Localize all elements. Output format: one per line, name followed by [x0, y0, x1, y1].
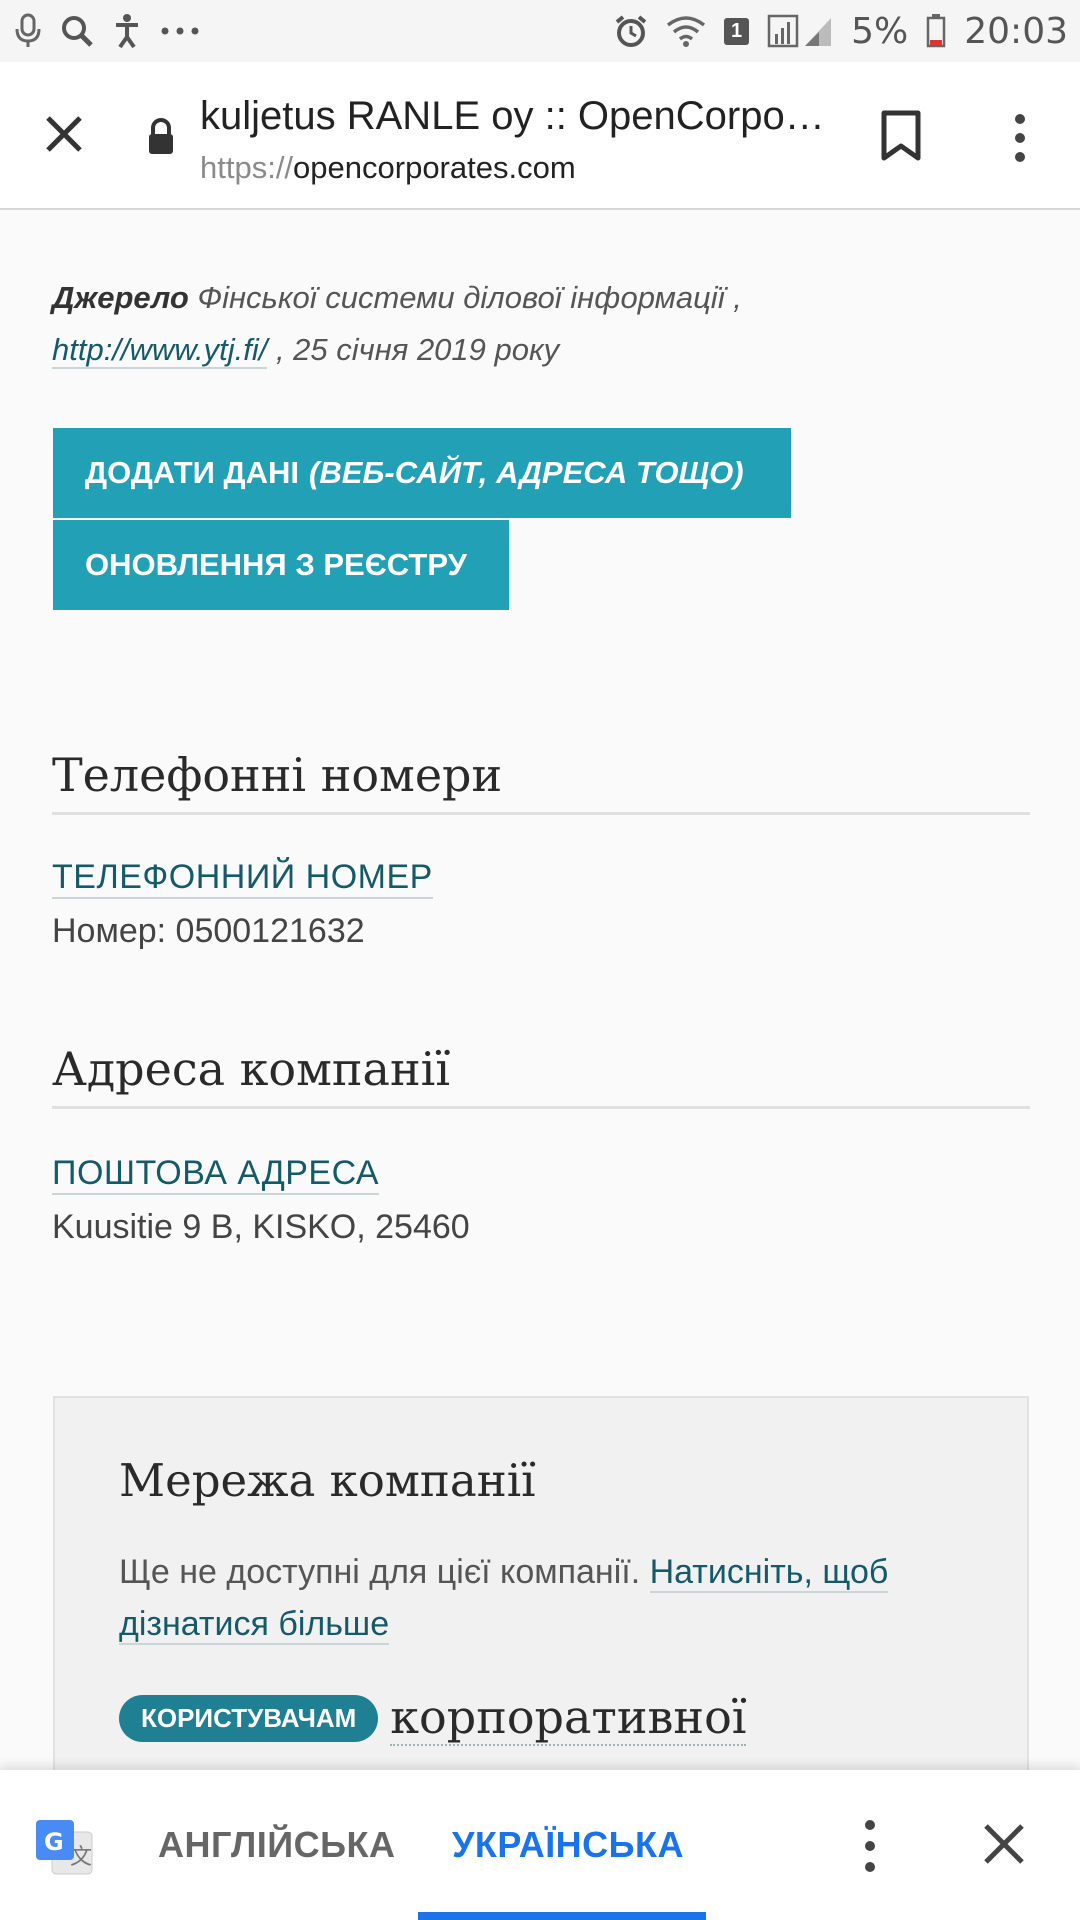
menu-dot	[865, 1862, 875, 1872]
network-grouping-row: групування внесено	[119, 1756, 611, 1770]
status-right: 1 5% 20:03	[614, 11, 1068, 52]
more-icon	[160, 26, 200, 36]
network-desc-text: Ще не доступні для цієї компанії.	[119, 1553, 650, 1591]
addresses-heading: Адреса компанії	[52, 1042, 1030, 1109]
signal-icon	[767, 14, 833, 48]
network-description: Ще не доступні для цієї компанії. Натисн…	[119, 1546, 979, 1650]
source-text: Фінської системи ділової інформації ,	[188, 280, 742, 315]
url-scheme: https://	[200, 150, 294, 185]
bookmark-icon[interactable]	[880, 110, 922, 167]
grouping-text: групування внесено	[119, 1756, 611, 1770]
menu-dot	[1015, 133, 1025, 143]
network-users-row: КОРИСТУВАЧАМ корпоративної	[119, 1690, 747, 1746]
source-link[interactable]: http://www.ytj.fi/	[52, 332, 268, 369]
source-language-tab[interactable]: АНГЛІЙСЬКА	[158, 1824, 396, 1866]
network-heading: Мережа компанії	[119, 1454, 536, 1507]
update-registry-button[interactable]: ОНОВЛЕННЯ З РЕЄСТРУ	[53, 520, 509, 610]
add-data-button[interactable]: ДОДАТИ ДАНІ (ВЕБ-САЙТ, АДРЕСА ТОЩО)	[53, 428, 791, 518]
svg-text:G: G	[44, 1828, 64, 1856]
menu-dot	[1015, 152, 1025, 162]
mic-icon	[14, 13, 42, 49]
status-left	[14, 13, 200, 49]
menu-dot	[865, 1841, 875, 1851]
google-translate-icon: 文 G	[34, 1818, 94, 1876]
source-label: Джерело	[52, 280, 189, 315]
source-note: Джерело Фінської системи ділової інформа…	[52, 272, 1032, 376]
add-data-hint: (ВЕБ-САЙТ, АДРЕСА ТОЩО)	[309, 455, 744, 490]
close-icon[interactable]	[36, 106, 92, 162]
update-registry-label: ОНОВЛЕННЯ З РЕЄСТРУ	[85, 547, 467, 582]
browser-toolbar: kuljetus RANLE oy :: OpenCorpo… https://…	[0, 62, 1080, 210]
status-bar: 1 5% 20:03	[0, 0, 1080, 62]
postal-address-link[interactable]: ПОШТОВА АДРЕСА	[52, 1154, 380, 1195]
address-value: Kuusitie 9 B, KISKO, 25460	[52, 1208, 470, 1246]
phone-value: Номер: 0500121632	[52, 912, 365, 950]
accessibility-icon	[112, 13, 142, 49]
source-date: , 25 січня 2019 року	[267, 332, 560, 367]
url-display[interactable]: https://opencorporates.com	[200, 150, 576, 186]
wifi-icon	[666, 15, 706, 47]
users-badge[interactable]: КОРИСТУВАЧАМ	[119, 1694, 379, 1742]
page-content: Джерело Фінської системи ділової інформа…	[0, 210, 1080, 1770]
translate-bar: 文 G АНГЛІЙСЬКА УКРАЇНСЬКА	[0, 1770, 1080, 1920]
page-title[interactable]: kuljetus RANLE oy :: OpenCorpo…	[200, 94, 830, 139]
phone-label-link[interactable]: ТЕЛЕФОННИЙ НОМЕР	[52, 858, 433, 899]
close-translate-icon[interactable]	[980, 1820, 1028, 1873]
menu-dot	[1015, 114, 1025, 124]
translate-menu-icon[interactable]	[858, 1820, 882, 1872]
phones-heading: Телефонні номери	[52, 748, 1030, 815]
overflow-menu-icon[interactable]	[1000, 108, 1040, 168]
alarm-icon	[614, 14, 648, 48]
menu-dot	[865, 1820, 875, 1830]
corporate-text-link[interactable]: корпоративної	[390, 1690, 747, 1746]
active-tab-indicator	[418, 1912, 706, 1920]
battery-percent: 5%	[851, 10, 909, 52]
lock-icon[interactable]	[146, 118, 176, 161]
url-host: opencorporates.com	[293, 150, 576, 185]
search-icon	[60, 14, 94, 48]
sim-badge: 1	[724, 17, 750, 45]
target-language-tab[interactable]: УКРАЇНСЬКА	[452, 1824, 684, 1866]
add-data-label: ДОДАТИ ДАНІ	[85, 455, 300, 490]
battery-icon	[926, 14, 946, 48]
clock: 20:03	[964, 10, 1068, 52]
company-network-panel: Мережа компанії Ще не доступні для цієї …	[53, 1396, 1029, 1770]
